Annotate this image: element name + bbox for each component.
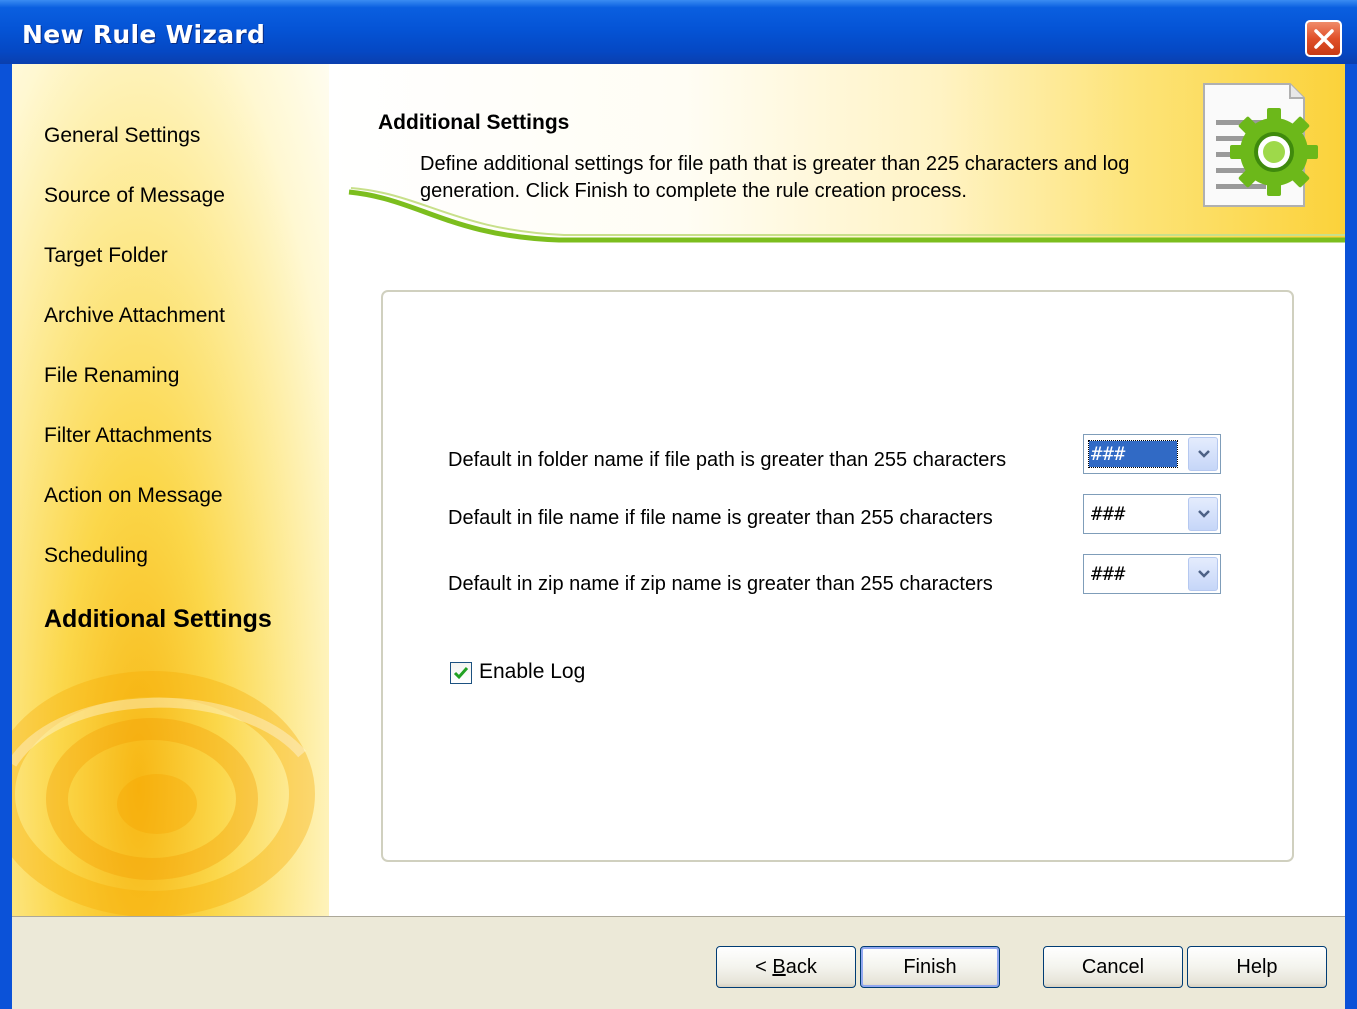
file-name-option-label: Default in file name if file name is gre… bbox=[448, 507, 993, 529]
wizard-body: General Settings Source of Message Targe… bbox=[12, 64, 1345, 1009]
folder-name-default-select[interactable]: ### bbox=[1083, 434, 1221, 474]
window-title: New Rule Wizard bbox=[22, 20, 266, 49]
sidebar-item-scheduling[interactable]: Scheduling bbox=[44, 544, 148, 568]
wizard-window: New Rule Wizard General Settings Source … bbox=[0, 0, 1357, 1009]
zip-name-default-select[interactable]: ### bbox=[1083, 554, 1221, 594]
folder-name-dropdown-button[interactable] bbox=[1188, 437, 1218, 471]
back-button-mnemonic: B bbox=[772, 956, 786, 978]
window-frame-left bbox=[0, 64, 12, 1009]
enable-log-label[interactable]: Enable Log bbox=[479, 660, 585, 684]
sidebar-item-filter-attachments[interactable]: Filter Attachments bbox=[44, 424, 212, 448]
sidebar-item-additional-settings[interactable]: Additional Settings bbox=[44, 605, 272, 634]
chevron-down-icon bbox=[1198, 570, 1210, 578]
sidebar-item-general-settings[interactable]: General Settings bbox=[44, 124, 200, 148]
page-title: Additional Settings bbox=[378, 111, 570, 134]
sidebar-item-archive-attachment[interactable]: Archive Attachment bbox=[44, 304, 225, 328]
file-name-default-select[interactable]: ### bbox=[1083, 494, 1221, 534]
chevron-down-icon bbox=[1198, 450, 1210, 458]
title-bar[interactable]: New Rule Wizard bbox=[0, 0, 1357, 64]
page-description: Define additional settings for file path… bbox=[420, 153, 1130, 202]
file-name-default-value: ### bbox=[1091, 503, 1126, 525]
sidebar-item-target-folder[interactable]: Target Folder bbox=[44, 244, 168, 268]
cancel-button[interactable]: Cancel bbox=[1043, 946, 1183, 988]
zip-name-default-value: ### bbox=[1091, 563, 1126, 585]
enable-log-checkbox[interactable] bbox=[450, 662, 472, 684]
zip-name-dropdown-button[interactable] bbox=[1188, 557, 1218, 591]
folder-name-option-label: Default in folder name if file path is g… bbox=[448, 449, 1007, 471]
help-button[interactable]: Help bbox=[1187, 946, 1327, 988]
close-button[interactable] bbox=[1305, 20, 1342, 57]
email-swirl-logo bbox=[12, 671, 315, 916]
back-button-prefix: < bbox=[755, 956, 773, 978]
back-button-label: ack bbox=[785, 956, 817, 978]
sidebar-item-action-on-message[interactable]: Action on Message bbox=[44, 484, 223, 508]
zip-name-option-label: Default in zip name if zip name is great… bbox=[448, 573, 993, 595]
chevron-down-icon bbox=[1198, 510, 1210, 518]
close-icon bbox=[1314, 29, 1334, 49]
settings-document-icon bbox=[1203, 83, 1318, 207]
window-frame-right bbox=[1345, 64, 1357, 1009]
sidebar-item-file-renaming[interactable]: File Renaming bbox=[44, 364, 179, 388]
sidebar-item-source-of-message[interactable]: Source of Message bbox=[44, 184, 225, 208]
checkmark-icon bbox=[453, 667, 469, 680]
finish-button[interactable]: Finish bbox=[860, 946, 1000, 988]
folder-name-default-value: ### bbox=[1088, 440, 1178, 468]
wizard-steps-sidebar: General Settings Source of Message Targe… bbox=[12, 64, 329, 916]
back-button[interactable]: < Back bbox=[716, 946, 856, 988]
file-name-dropdown-button[interactable] bbox=[1188, 497, 1218, 531]
